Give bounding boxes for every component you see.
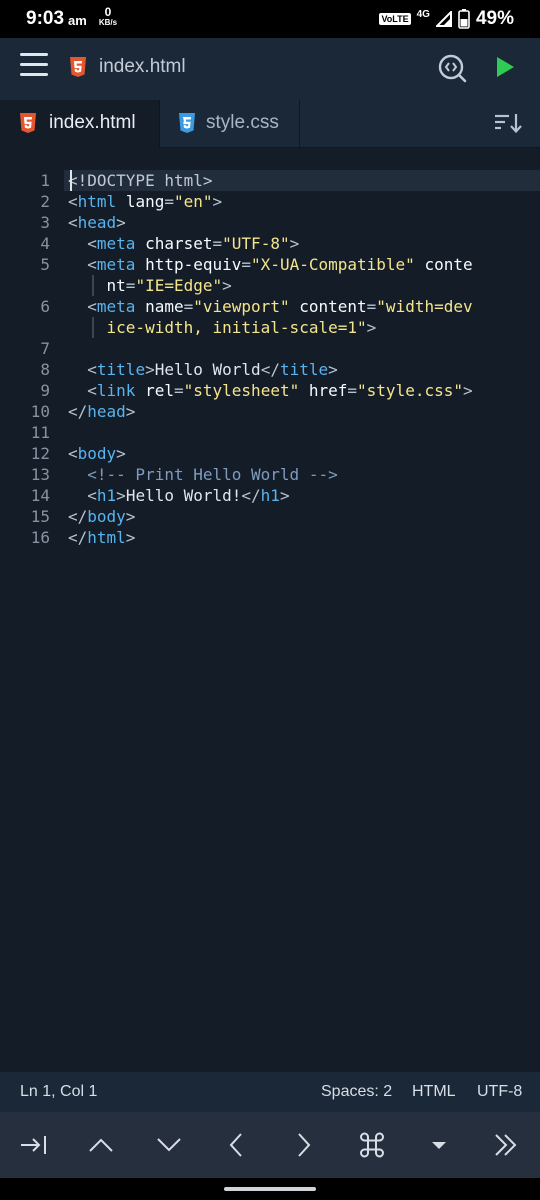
line-number: 2 [40, 192, 50, 211]
double-chevron-right-icon [495, 1134, 517, 1156]
network-type: 4G [416, 8, 430, 20]
chevron-right-icon [298, 1133, 311, 1157]
line-number: 6 [40, 297, 50, 316]
tab-index-html[interactable]: index.html [0, 100, 160, 148]
chevron-up-icon [89, 1138, 113, 1152]
tab-icon [21, 1136, 46, 1154]
battery-icon [458, 9, 470, 29]
signal-icon [435, 11, 452, 27]
code-line: <title>Hello World</title> [87, 360, 338, 379]
app-toolbar: index.html [0, 38, 540, 100]
command-key[interactable] [352, 1127, 392, 1163]
code-line: <h1>Hello World!</h1> [87, 486, 290, 505]
language-mode[interactable]: HTML [412, 1083, 456, 1101]
code-line: <link rel="stylesheet" href="style.css"> [87, 381, 473, 400]
clock: 9:03 [26, 8, 65, 29]
line-number: 10 [30, 402, 50, 421]
left-key[interactable] [216, 1127, 256, 1163]
line-number: 15 [30, 507, 50, 526]
cursor-position[interactable]: Ln 1, Col 1 [20, 1083, 97, 1101]
line-number: 16 [30, 528, 50, 547]
clock-ampm: am [68, 13, 87, 28]
status-icons: VoLTE 4G 49% [379, 8, 514, 30]
code-line: </body> [68, 507, 136, 526]
line-number: 1 [40, 171, 50, 190]
extra-keys-bar [0, 1112, 540, 1178]
more-key[interactable] [486, 1127, 526, 1163]
line-number: 5 [40, 255, 50, 274]
line-number: 12 [30, 444, 50, 463]
code-line: <meta http-equiv="X-UA-Compatible" conte… [87, 255, 473, 295]
status-bar: 9:03 am 0 KB/s VoLTE 4G 49% [0, 0, 540, 38]
system-nav-bar [0, 1178, 540, 1200]
network-speed-unit: KB/s [98, 18, 118, 27]
tab-label: index.html [49, 112, 136, 133]
line-number: 7 [40, 339, 50, 358]
code-line: <meta name="viewport" content="width=dev… [87, 297, 473, 337]
caret-down-icon [432, 1142, 446, 1149]
wrap-indent-guide [92, 275, 94, 296]
line-number: 14 [30, 486, 50, 505]
line-number: 13 [30, 465, 50, 484]
html5-icon [19, 112, 37, 139]
code-line: </head> [68, 402, 136, 421]
file-encoding[interactable]: UTF-8 [477, 1083, 522, 1101]
home-gesture-bar[interactable] [224, 1187, 316, 1191]
battery-percent: 49% [475, 8, 514, 29]
run-icon[interactable] [493, 54, 517, 85]
css3-icon [178, 112, 196, 139]
line-number: 8 [40, 360, 50, 379]
line-number: 11 [30, 423, 50, 442]
code-line: <!-- Print Hello World --> [87, 465, 338, 484]
line-number: 3 [40, 213, 50, 232]
tab-style-css[interactable]: style.css [160, 100, 300, 148]
code-line: <html lang="en"> [68, 192, 223, 211]
volte-icon: VoLTE [379, 13, 411, 25]
code-line: <meta charset="UTF-8"> [87, 234, 300, 253]
network-speed: 0 KB/s [96, 6, 120, 27]
chevron-down-icon [157, 1138, 181, 1152]
indent-setting[interactable]: Spaces: 2 [321, 1083, 392, 1101]
command-icon [360, 1132, 384, 1158]
sort-icon[interactable] [494, 112, 522, 139]
right-key[interactable] [284, 1127, 324, 1163]
status-footer: Ln 1, Col 1 Spaces: 2 HTML UTF-8 [0, 1072, 540, 1112]
menu-icon[interactable] [20, 53, 48, 77]
wrap-indent-guide [92, 317, 94, 338]
network-speed-value: 0 [104, 5, 112, 19]
html5-icon [69, 56, 87, 83]
chevron-left-icon [229, 1133, 242, 1157]
code-line: <body> [68, 444, 126, 463]
code-editor[interactable]: 1 2 3 4 5 6 7 8 9 10 11 12 13 14 15 16 <… [0, 148, 540, 1072]
code-line: </html> [68, 528, 136, 547]
down-key[interactable] [149, 1127, 189, 1163]
code-line: <head> [68, 213, 126, 232]
up-key[interactable] [81, 1127, 121, 1163]
tab-label: style.css [206, 112, 279, 133]
code-line: <!DOCTYPE html> [68, 171, 213, 190]
tab-key[interactable] [14, 1127, 54, 1163]
text-caret [70, 170, 72, 191]
preview-search-icon[interactable] [437, 53, 467, 88]
line-number: 9 [40, 381, 50, 400]
line-number: 4 [40, 234, 50, 253]
file-tabs: index.html style.css [0, 100, 540, 148]
dropdown-key[interactable] [419, 1127, 459, 1163]
file-title: index.html [99, 56, 186, 77]
